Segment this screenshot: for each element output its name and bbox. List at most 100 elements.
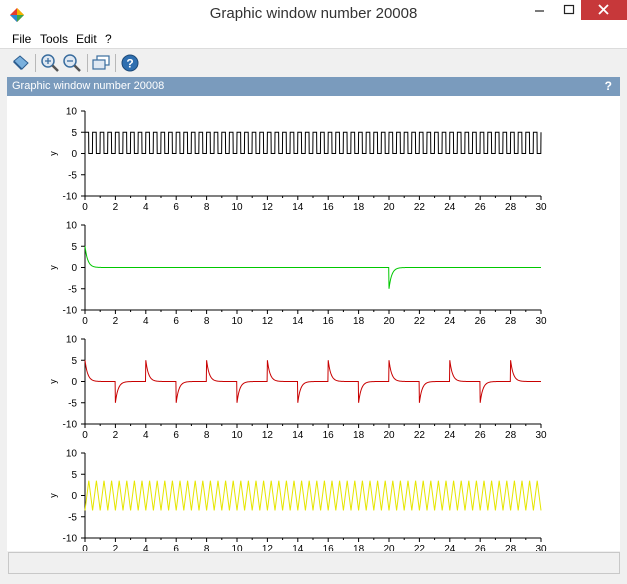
x-tick-label: 26: [475, 544, 487, 551]
x-tick-label: 0: [82, 316, 88, 327]
dock-title: Graphic window number 20008: [12, 80, 165, 92]
x-tick-label: 6: [173, 316, 179, 327]
x-tick-label: 16: [323, 430, 335, 441]
x-tick-label: 16: [323, 544, 335, 551]
menu-file[interactable]: File: [12, 32, 31, 46]
x-tick-label: 12: [262, 316, 274, 327]
x-tick-label: 10: [231, 544, 243, 551]
toolbar-separator: [87, 54, 88, 72]
x-tick-label: 4: [143, 430, 149, 441]
title-bar: Graphic window number 20008: [0, 0, 627, 29]
maximize-icon: [563, 4, 575, 15]
y-axis-label: y: [48, 151, 58, 156]
help-button[interactable]: ?: [120, 53, 140, 73]
x-tick-label: 18: [353, 316, 365, 327]
x-tick-label: 8: [204, 430, 210, 441]
zoom-out-button[interactable]: [62, 53, 82, 73]
x-tick-label: 2: [113, 316, 119, 327]
series-line-1: [84, 480, 542, 511]
subplot-3: 1050-5-100 2 4 6 8 10 12 14 16 18 20 22 24 26 28 30y: [48, 335, 547, 442]
toolbar: ?: [7, 49, 620, 76]
x-tick-label: 28: [505, 544, 517, 551]
menu-help[interactable]: ?: [105, 32, 112, 46]
x-tick-label: 28: [505, 430, 517, 441]
y-tick-label: 0: [71, 491, 77, 502]
x-tick-label: 6: [173, 202, 179, 213]
x-tick-label: 10: [231, 202, 243, 213]
y-tick-label: -10: [63, 306, 78, 317]
x-tick-label: 30: [535, 316, 547, 327]
x-tick-label: 12: [262, 544, 274, 551]
subplot-1: 1050-5-100 2 4 6 8 10 12 14 16 18 20 22 24 26 28 30y: [48, 107, 547, 214]
x-tick-label: 0: [82, 544, 88, 551]
menu-bar: File Tools Edit ?: [0, 29, 627, 49]
x-tick-label: 24: [444, 316, 456, 327]
y-tick-label: -5: [68, 398, 77, 409]
x-tick-label: 18: [353, 544, 365, 551]
x-tick-label: 12: [262, 202, 274, 213]
menu-tools[interactable]: Tools: [40, 32, 68, 46]
dock-help-icon[interactable]: ?: [605, 79, 612, 93]
maximize-button[interactable]: [557, 0, 581, 20]
x-tick-label: 20: [383, 316, 395, 327]
x-tick-label: 10: [231, 430, 243, 441]
y-axis-label: y: [48, 493, 58, 498]
graphic-canvas[interactable]: 10 5 0 -5 -10 0 2 4 6 8 10 12 14 16 18 20 22 24 26 28 30 y 10 5…: [7, 96, 620, 551]
x-tick-label: 10: [231, 316, 243, 327]
minimize-button[interactable]: [525, 0, 555, 20]
x-tick-label: 30: [535, 430, 547, 441]
minimize-icon: [535, 10, 544, 12]
x-tick-label: 28: [505, 316, 517, 327]
x-tick-label: 22: [414, 544, 426, 551]
x-tick-label: 8: [204, 544, 210, 551]
y-tick-label: -5: [68, 284, 77, 295]
x-tick-label: 14: [292, 430, 304, 441]
y-tick-label: 5: [71, 242, 77, 253]
y-tick-label: -5: [68, 512, 77, 523]
x-tick-label: 2: [113, 544, 119, 551]
datatip-button[interactable]: [91, 53, 111, 73]
close-icon: [598, 4, 609, 15]
zoom-in-icon: [41, 54, 59, 72]
y-tick-label: 10: [66, 107, 78, 118]
x-tick-label: 6: [173, 430, 179, 441]
y-tick-label: 5: [71, 128, 77, 139]
svg-text:?: ?: [126, 57, 133, 71]
x-tick-label: 8: [204, 202, 210, 213]
x-tick-label: 14: [292, 544, 304, 551]
x-tick-label: 24: [444, 430, 456, 441]
x-tick-label: 18: [353, 430, 365, 441]
x-tick-label: 30: [535, 544, 547, 551]
x-tick-label: 16: [323, 202, 335, 213]
x-tick-label: 4: [143, 202, 149, 213]
y-tick-label: 10: [66, 335, 78, 346]
x-tick-label: 24: [444, 544, 456, 551]
y-tick-label: 0: [71, 149, 77, 160]
x-tick-label: 4: [143, 544, 149, 551]
subplot-4: 1050-5-100 2 4 6 8 10 12 14 16 18 20 22 24 26 28 30y: [48, 449, 547, 552]
menu-edit[interactable]: Edit: [76, 32, 97, 46]
x-tick-label: 0: [82, 202, 88, 213]
rotate-icon: [13, 55, 29, 70]
toolbar-separator: [35, 54, 36, 72]
y-tick-label: -10: [63, 420, 78, 431]
x-tick-label: 20: [383, 202, 395, 213]
x-tick-label: 14: [292, 316, 304, 327]
close-button[interactable]: [581, 0, 627, 20]
y-axis-label: y: [48, 379, 58, 384]
x-tick-label: 16: [323, 316, 335, 327]
x-tick-label: 6: [173, 544, 179, 551]
dock-title-bar: Graphic window number 20008 ?: [7, 77, 620, 96]
x-tick-label: 28: [505, 202, 517, 213]
x-tick-label: 2: [113, 430, 119, 441]
y-tick-label: 0: [71, 263, 77, 274]
rotate-button[interactable]: [11, 53, 31, 73]
toolbar-separator: [115, 54, 116, 72]
x-tick-label: 8: [204, 316, 210, 327]
help-icon: ?: [121, 54, 139, 72]
subplot-2: 1050-5-100 2 4 6 8 10 12 14 16 18 20 22 24 26 28 30y: [48, 221, 547, 328]
zoom-in-button[interactable]: [40, 53, 60, 73]
x-tick-label: 22: [414, 202, 426, 213]
x-tick-label: 0: [82, 430, 88, 441]
status-bar: [8, 552, 620, 574]
